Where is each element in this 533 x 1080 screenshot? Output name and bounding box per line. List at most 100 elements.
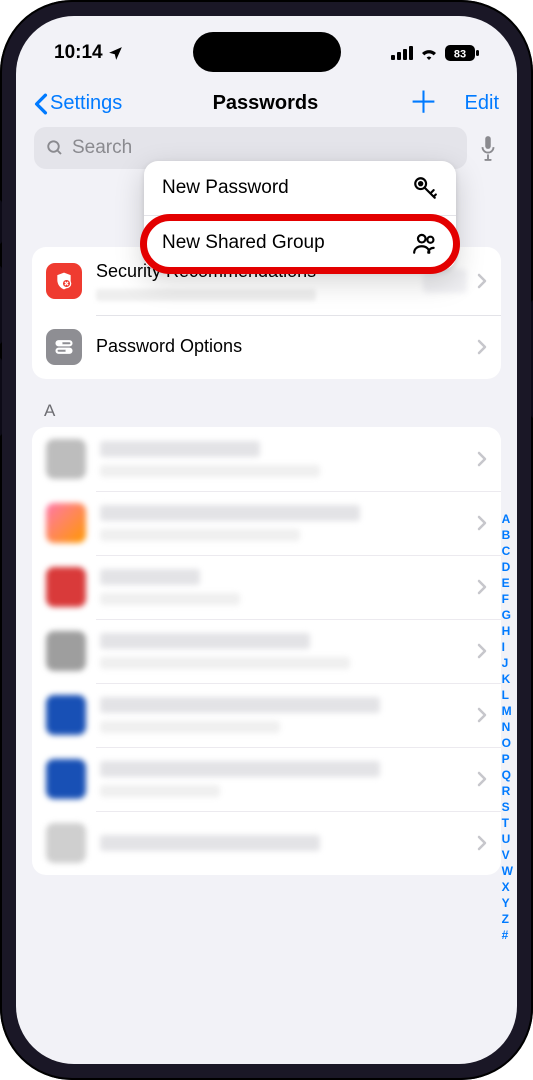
redacted-text xyxy=(100,505,360,521)
search-placeholder: Search xyxy=(72,137,132,159)
index-letter[interactable]: T xyxy=(502,815,513,831)
redacted-text xyxy=(100,721,280,733)
index-letter[interactable]: O xyxy=(502,735,513,751)
back-label: Settings xyxy=(50,92,122,115)
chevron-right-icon xyxy=(477,835,487,851)
index-letter[interactable]: M xyxy=(502,703,513,719)
index-letter[interactable]: # xyxy=(502,927,513,943)
chevron-left-icon xyxy=(34,93,48,115)
chevron-right-icon xyxy=(477,273,487,289)
site-favicon xyxy=(46,503,86,543)
add-menu-popover: New Password New Shared Group xyxy=(144,161,456,270)
index-letter[interactable]: V xyxy=(502,847,513,863)
site-favicon xyxy=(46,695,86,735)
status-time: 10:14 xyxy=(54,42,103,64)
battery-icon: 83 xyxy=(445,45,479,61)
index-letter[interactable]: W xyxy=(502,863,513,879)
index-letter[interactable]: H xyxy=(502,623,513,639)
menu-label: New Shared Group xyxy=(162,232,325,254)
index-letter[interactable]: D xyxy=(502,559,513,575)
index-letter[interactable]: A xyxy=(502,511,513,527)
menu-new-shared-group[interactable]: New Shared Group xyxy=(144,216,456,270)
index-letter[interactable]: Y xyxy=(502,895,513,911)
chevron-right-icon xyxy=(477,451,487,467)
index-letter[interactable]: Z xyxy=(502,911,513,927)
volume-up-button xyxy=(0,266,2,344)
list-item[interactable] xyxy=(32,491,501,555)
people-icon xyxy=(412,230,438,256)
index-letter[interactable]: L xyxy=(502,687,513,703)
list-item[interactable] xyxy=(32,747,501,811)
list-item[interactable] xyxy=(32,427,501,491)
index-letter[interactable]: X xyxy=(502,879,513,895)
site-favicon xyxy=(46,631,86,671)
index-letter[interactable]: J xyxy=(502,655,513,671)
mute-switch xyxy=(0,200,2,244)
chevron-right-icon xyxy=(477,339,487,355)
site-favicon xyxy=(46,759,86,799)
chevron-right-icon xyxy=(477,707,487,723)
list-item[interactable] xyxy=(32,555,501,619)
index-letter[interactable]: Q xyxy=(502,767,513,783)
redacted-badge xyxy=(423,269,467,293)
site-favicon xyxy=(46,823,86,863)
section-header: A xyxy=(16,379,517,427)
redacted-text xyxy=(100,633,310,649)
list-item[interactable] xyxy=(32,619,501,683)
index-letter[interactable]: N xyxy=(502,719,513,735)
list-item[interactable] xyxy=(32,811,501,875)
chevron-right-icon xyxy=(477,579,487,595)
shield-warning-icon xyxy=(46,263,82,299)
dynamic-island xyxy=(193,32,341,72)
options-title: Password Options xyxy=(96,336,463,358)
index-letter[interactable]: C xyxy=(502,543,513,559)
screen: 10:14 83 Se xyxy=(16,16,517,1064)
site-favicon xyxy=(46,439,86,479)
list-item[interactable] xyxy=(32,683,501,747)
index-letter[interactable]: G xyxy=(502,607,513,623)
battery-text: 83 xyxy=(454,49,466,61)
phone-frame: 10:14 83 Se xyxy=(0,0,533,1080)
index-letter[interactable]: B xyxy=(502,527,513,543)
index-letter[interactable]: U xyxy=(502,831,513,847)
index-letter[interactable]: P xyxy=(502,751,513,767)
nav-bar: Settings Passwords ＋ Edit xyxy=(16,76,517,127)
redacted-text xyxy=(100,761,380,777)
redacted-text xyxy=(96,289,316,301)
redacted-text xyxy=(100,835,320,851)
location-icon xyxy=(107,45,124,62)
password-options-row[interactable]: Password Options xyxy=(32,315,501,379)
toggles-icon xyxy=(46,329,82,365)
cellular-icon xyxy=(391,46,413,60)
alphabet-index[interactable]: ABCDEFGHIJKLMNOPQRSTUVWXYZ# xyxy=(502,511,513,943)
index-letter[interactable]: R xyxy=(502,783,513,799)
redacted-text xyxy=(100,465,320,477)
redacted-text xyxy=(100,529,300,541)
redacted-text xyxy=(100,785,220,797)
wifi-icon xyxy=(419,46,439,60)
index-letter[interactable]: F xyxy=(502,591,513,607)
password-list xyxy=(32,427,501,875)
menu-new-password[interactable]: New Password xyxy=(144,161,456,215)
index-letter[interactable]: E xyxy=(502,575,513,591)
content: Security Recommendations Password Option… xyxy=(16,181,517,1064)
redacted-text xyxy=(100,441,260,457)
index-letter[interactable]: K xyxy=(502,671,513,687)
back-button[interactable]: Settings xyxy=(34,92,122,115)
key-icon xyxy=(412,175,438,201)
redacted-text xyxy=(100,569,200,585)
edit-button[interactable]: Edit xyxy=(465,92,499,115)
index-letter[interactable]: S xyxy=(502,799,513,815)
redacted-text xyxy=(100,657,350,669)
site-favicon xyxy=(46,567,86,607)
redacted-text xyxy=(100,593,240,605)
search-icon xyxy=(46,139,64,157)
microphone-icon[interactable] xyxy=(477,134,499,162)
redacted-text xyxy=(100,697,380,713)
chevron-right-icon xyxy=(477,771,487,787)
index-letter[interactable]: I xyxy=(502,639,513,655)
page-title: Passwords xyxy=(213,92,319,115)
menu-label: New Password xyxy=(162,177,289,199)
chevron-right-icon xyxy=(477,515,487,531)
volume-down-button xyxy=(0,358,2,436)
